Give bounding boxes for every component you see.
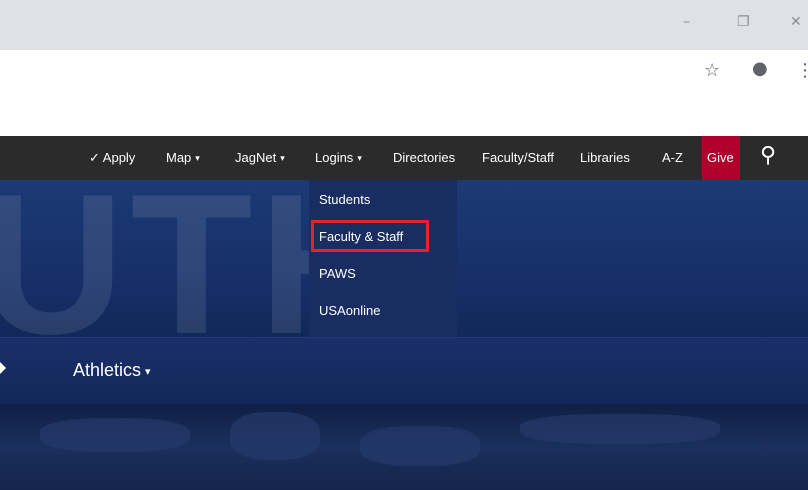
menu-icon[interactable]: ⋮ bbox=[796, 60, 808, 81]
utility-item-label: ✓ Apply bbox=[89, 150, 136, 165]
page-top-area bbox=[0, 98, 808, 136]
utility-item-label: A-Z bbox=[662, 150, 683, 165]
utility-item-label: Map bbox=[166, 150, 192, 165]
close-icon[interactable]: ✕ bbox=[790, 14, 802, 30]
minimize-icon[interactable]: – bbox=[683, 14, 690, 30]
give-button[interactable]: Give bbox=[707, 150, 734, 165]
bookmark-star-icon[interactable]: ☆ bbox=[704, 60, 720, 81]
utility-item-a-z[interactable]: A-Z bbox=[662, 150, 683, 165]
utility-item-label: JagNet bbox=[235, 150, 277, 165]
utility-item-faculty-staff[interactable]: Faculty/Staff bbox=[482, 150, 554, 165]
hero-image-shape bbox=[520, 414, 720, 444]
hero-image-shape bbox=[230, 412, 320, 460]
utility-item-label: Give bbox=[707, 150, 734, 165]
search-icon[interactable]: ⚲ bbox=[760, 143, 776, 168]
dropdown-item-students[interactable]: Students bbox=[319, 192, 370, 207]
utility-item-jagnet[interactable]: JagNet ▾ bbox=[235, 150, 285, 165]
hero-image-shape bbox=[40, 418, 190, 452]
chevron-down-icon: ▾ bbox=[195, 153, 200, 163]
utility-item-label: Faculty/Staff bbox=[482, 150, 555, 165]
profile-icon[interactable]: ● bbox=[752, 58, 768, 79]
dropdown-item-paws[interactable]: PAWS bbox=[319, 266, 356, 281]
chevron-down-icon: ▾ bbox=[145, 366, 151, 378]
highlight-box bbox=[311, 220, 429, 252]
hero-image-shape bbox=[360, 426, 480, 466]
utility-item-apply[interactable]: ✓ Apply bbox=[89, 150, 135, 166]
dropdown-item-usaonline[interactable]: USAonline bbox=[319, 303, 380, 318]
utility-item-label: Logins bbox=[315, 150, 354, 165]
utility-item-libraries[interactable]: Libraries bbox=[580, 150, 630, 165]
chevron-down-icon: ▾ bbox=[357, 153, 362, 163]
main-nav-item-athletics[interactable]: Athletics ▾ bbox=[73, 360, 151, 381]
utility-item-label: Libraries bbox=[580, 150, 630, 165]
chevron-down-icon: ▾ bbox=[280, 153, 285, 163]
chevron-left-icon bbox=[0, 362, 6, 374]
main-nav-item-label: Athletics bbox=[73, 360, 142, 380]
utility-item-label: Directories bbox=[393, 150, 456, 165]
utility-item-map[interactable]: Map ▾ bbox=[166, 150, 200, 165]
browser-toolbar bbox=[0, 50, 808, 98]
utility-item-directories[interactable]: Directories bbox=[393, 150, 455, 165]
utility-item-logins[interactable]: Logins ▾ bbox=[315, 150, 362, 165]
hero-image bbox=[0, 404, 808, 490]
restore-icon[interactable]: ❐ bbox=[737, 14, 750, 30]
